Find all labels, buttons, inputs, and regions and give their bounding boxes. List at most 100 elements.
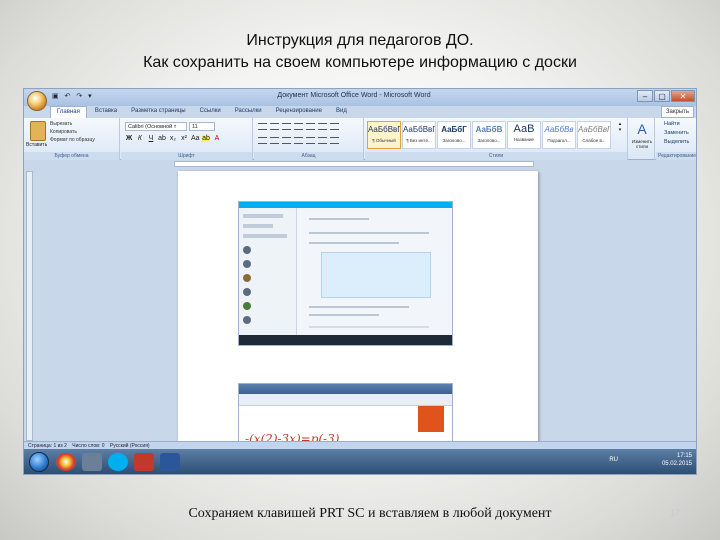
sort-icon[interactable]	[318, 123, 327, 130]
font-size-box[interactable]: 11	[189, 122, 215, 131]
paste-button-label[interactable]: Вставить	[26, 142, 47, 148]
editing-group-label: Редактирование	[656, 152, 697, 160]
office-button[interactable]	[27, 91, 47, 111]
paste-icon[interactable]	[30, 121, 46, 141]
cut-button[interactable]: Вырезать	[50, 121, 72, 127]
ribbon-tabs: Главная Вставка Разметка страницы Ссылки…	[50, 106, 353, 118]
font-group-label: Шрифт	[121, 152, 252, 160]
slide-title-line1: Инструкция для педагогов ДО.	[246, 32, 474, 49]
show-marks-icon[interactable]	[330, 123, 339, 130]
font-format-row: Ж К Ч ab x₂ x² Aa ab A	[125, 135, 221, 142]
style-heading-2[interactable]: АаБбВ Заголово...	[472, 121, 506, 149]
align-left-icon[interactable]	[258, 137, 267, 144]
replace-button[interactable]: Заменить	[664, 130, 689, 136]
tab-home[interactable]: Главная	[50, 106, 87, 118]
tab-references[interactable]: Ссылки	[194, 106, 227, 118]
select-button[interactable]: Выделить	[664, 139, 689, 145]
slide-caption: Сохраняем клавишей PRT SC и вставляем в …	[188, 506, 552, 521]
style-subtitle[interactable]: АаБбВв Подзагол...	[542, 121, 576, 149]
vertical-ruler[interactable]	[26, 171, 33, 441]
tab-insert[interactable]: Вставка	[89, 106, 123, 118]
avatar	[243, 316, 251, 324]
highlight-icon[interactable]: ab	[202, 135, 210, 142]
slide-title-line2: Как сохранить на своем компьютере информ…	[143, 54, 577, 71]
numbering-icon[interactable]	[270, 123, 279, 130]
inner-toolbar	[239, 394, 452, 406]
close-document-button[interactable]: Закрыть	[660, 106, 694, 118]
clipboard-group-label: Буфер обмена	[24, 152, 119, 160]
avatar	[243, 260, 251, 268]
horizontal-ruler[interactable]	[174, 161, 534, 167]
style-heading-1[interactable]: АаБбГ Заголово...	[437, 121, 471, 149]
style-subtle-emphasis[interactable]: АаБбВвГ Слабое в...	[577, 121, 611, 149]
system-clock[interactable]: 17:15 05.02.2015	[662, 452, 692, 468]
bold-icon[interactable]: Ж	[125, 135, 133, 142]
word-screenshot: ▣ ↶ ↷ ▾ Документ Microsoft Office Word -…	[23, 88, 697, 475]
close-window-button[interactable]: ✕	[671, 90, 695, 102]
underline-icon[interactable]: Ч	[147, 135, 155, 142]
status-bar: Страница: 1 из 2 Число слов: 0 Русский (…	[24, 441, 696, 449]
windows-taskbar: RU 17:15 05.02.2015	[24, 449, 696, 474]
copy-button[interactable]: Копировать	[50, 129, 77, 135]
font-group: Calibri (Основной т 11 Ж К Ч ab x₂ x² Aa…	[121, 118, 253, 160]
inner-window-bar	[239, 384, 452, 394]
change-styles-icon: A	[637, 121, 647, 137]
shading-icon[interactable]	[318, 137, 327, 144]
explorer-icon[interactable]	[82, 453, 102, 471]
format-painter-button[interactable]: Формат по образцу	[50, 137, 95, 143]
subscript-icon[interactable]: x₂	[169, 135, 177, 142]
borders-icon[interactable]	[330, 137, 339, 144]
style-title[interactable]: АаВ Название	[507, 121, 541, 149]
styles-group-label: Стили	[365, 152, 627, 160]
start-button[interactable]	[29, 452, 49, 472]
change-case-icon[interactable]: Aa	[191, 135, 200, 142]
chrome-icon[interactable]	[56, 453, 76, 471]
styles-group: АаБбВвГ ¶ Обычный АаБбВвГ ¶ Без инте... …	[365, 118, 628, 160]
slide-title: Инструкция для педагогов ДО. Как сохрани…	[0, 30, 720, 74]
tab-review[interactable]: Рецензирование	[270, 106, 328, 118]
multilevel-list-icon[interactable]	[282, 123, 291, 130]
skype-contacts-panel	[239, 208, 297, 345]
font-color-icon[interactable]: A	[213, 135, 221, 142]
slide-page-number: 17	[669, 508, 680, 518]
line-spacing-icon[interactable]	[306, 137, 315, 144]
justify-icon[interactable]	[294, 137, 303, 144]
language-indicator[interactable]: RU	[609, 457, 618, 463]
word-icon[interactable]	[160, 453, 180, 471]
paragraph-group: Абзац	[254, 118, 364, 160]
bullets-icon[interactable]	[258, 123, 267, 130]
tab-page-layout[interactable]: Разметка страницы	[125, 106, 191, 118]
avatar	[243, 302, 251, 310]
decrease-indent-icon[interactable]	[294, 123, 303, 130]
change-styles-button[interactable]: A Изменить стили	[627, 121, 657, 149]
paragraph-group-label: Абзац	[254, 152, 363, 160]
avatar	[243, 246, 251, 254]
styles-scroll[interactable]: ▴ ▾	[612, 121, 628, 133]
list-buttons-row	[258, 123, 339, 130]
skype-icon[interactable]	[108, 453, 128, 471]
italic-icon[interactable]: К	[136, 135, 144, 142]
window-title: Документ Microsoft Office Word - Microso…	[277, 92, 431, 99]
inner-taskbar	[239, 335, 452, 345]
align-center-icon[interactable]	[270, 137, 279, 144]
tab-view[interactable]: Вид	[330, 106, 353, 118]
change-styles-group: A Изменить стили	[629, 118, 655, 160]
style-normal[interactable]: АаБбВвГ ¶ Обычный	[367, 121, 401, 149]
maximize-button[interactable]: ▢	[654, 90, 670, 102]
avatar	[243, 274, 251, 282]
strikethrough-icon[interactable]: ab	[158, 135, 166, 142]
document-page[interactable]: -(x(2)-3x)=p(-3)	[178, 171, 538, 471]
presentation-icon[interactable]	[134, 453, 154, 471]
tab-mailings[interactable]: Рассылки	[229, 106, 268, 118]
clipboard-group: Вставить Вырезать Копировать Формат по о…	[24, 118, 120, 160]
font-name-box[interactable]: Calibri (Основной т	[125, 122, 187, 131]
avatar	[243, 288, 251, 296]
align-right-icon[interactable]	[282, 137, 291, 144]
increase-indent-icon[interactable]	[306, 123, 315, 130]
ribbon: Вставить Вырезать Копировать Формат по о…	[24, 118, 697, 160]
find-button[interactable]: Найти	[664, 121, 680, 127]
style-no-spacing[interactable]: АаБбВвГ ¶ Без инте...	[402, 121, 436, 149]
superscript-icon[interactable]: x²	[180, 135, 188, 142]
minimize-button[interactable]: –	[637, 90, 653, 102]
quick-access-toolbar[interactable]: ▣ ↶ ↷ ▾	[52, 92, 94, 100]
